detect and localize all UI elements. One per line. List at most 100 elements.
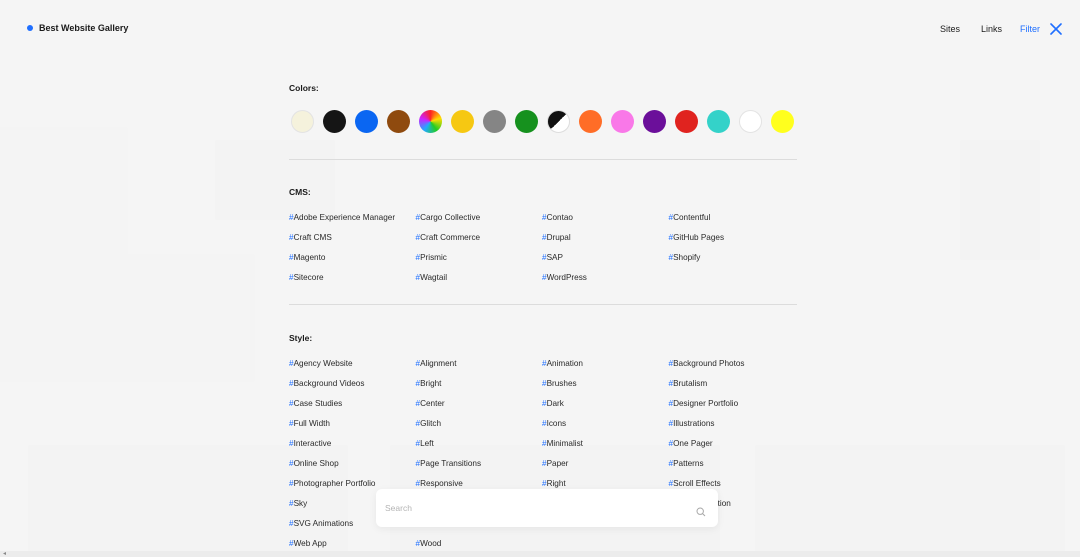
scroll-left-arrow-icon[interactable]: ◂ [3, 551, 6, 557]
brand[interactable]: Best Website Gallery [27, 23, 128, 33]
color-swatch-purple[interactable] [643, 110, 666, 133]
nav-links-link[interactable]: Links [981, 24, 1002, 34]
style-tag[interactable]: #Full Width [289, 417, 416, 437]
tag-label: GitHub Pages [673, 233, 725, 242]
tag-label: Web App [293, 539, 327, 548]
style-tag[interactable]: #Page Transitions [416, 457, 543, 477]
color-swatch-red[interactable] [675, 110, 698, 133]
color-swatch-orange[interactable] [579, 110, 602, 133]
tag-label: Contentful [673, 213, 711, 222]
top-bar: Best Website Gallery Sites Links Filter [0, 0, 1080, 56]
tag-label: Wagtail [420, 273, 448, 282]
tag-label: SAP [546, 253, 563, 262]
style-tag[interactable]: #Illustrations [669, 417, 796, 437]
tag-label: Patterns [673, 459, 704, 468]
cms-tag[interactable]: #Contentful [669, 211, 796, 231]
tag-label: Paper [546, 459, 569, 468]
brand-dot-icon [27, 25, 33, 31]
tag-label: Sky [293, 499, 308, 508]
style-tag[interactable]: #Brutalism [669, 377, 796, 397]
cms-tag[interactable]: #Cargo Collective [416, 211, 543, 231]
tag-label: Photographer Portfolio [293, 479, 376, 488]
style-tag[interactable]: #Case Studies [289, 397, 416, 417]
style-tag[interactable]: #Icons [542, 417, 669, 437]
nav-sites-link[interactable]: Sites [940, 24, 960, 34]
cms-tag[interactable]: #Prismic [416, 251, 543, 271]
style-tag[interactable]: #Brushes [542, 377, 669, 397]
tag-label: Craft CMS [293, 233, 332, 242]
search-bar [376, 489, 718, 527]
horizontal-scrollbar[interactable]: ◂ [0, 551, 1080, 557]
main-nav: Sites Links Filter [919, 23, 1062, 35]
tag-label: Interactive [293, 439, 332, 448]
cms-tag[interactable]: #WordPress [542, 271, 669, 291]
style-tag[interactable]: #Dark [542, 397, 669, 417]
tag-label: Illustrations [673, 419, 715, 428]
cms-tag[interactable]: #Craft Commerce [416, 231, 543, 251]
cms-tag[interactable]: #SAP [542, 251, 669, 271]
color-swatch-black[interactable] [323, 110, 346, 133]
cms-tag[interactable]: #Shopify [669, 251, 796, 271]
cms-tag[interactable]: #Craft CMS [289, 231, 416, 251]
style-tag[interactable]: #Background Videos [289, 377, 416, 397]
color-swatch-blue[interactable] [355, 110, 378, 133]
color-swatch-orange-yellow[interactable] [451, 110, 474, 133]
cms-tag[interactable]: #Wagtail [416, 271, 543, 291]
style-tag[interactable]: #Agency Website [289, 357, 416, 377]
tag-label: Full Width [293, 419, 330, 428]
tag-label: Designer Portfolio [673, 399, 739, 408]
style-tag[interactable]: #Bright [416, 377, 543, 397]
tag-label: Wood [420, 539, 442, 548]
tag-label: WordPress [546, 273, 587, 282]
cms-tag[interactable]: #Drupal [542, 231, 669, 251]
divider [289, 159, 797, 160]
style-tag[interactable]: #Alignment [416, 357, 543, 377]
color-swatch-brown[interactable] [387, 110, 410, 133]
style-tag[interactable]: #Glitch [416, 417, 543, 437]
color-swatch-white[interactable] [739, 110, 762, 133]
cms-tag[interactable]: #Sitecore [289, 271, 416, 291]
tag-label: Alignment [420, 359, 457, 368]
color-swatch-beige[interactable] [291, 110, 314, 133]
style-tag[interactable]: #Animation [542, 357, 669, 377]
tag-label: Adobe Experience Manager [293, 213, 396, 222]
close-icon[interactable] [1050, 23, 1062, 35]
colors-title: Colors: [289, 83, 319, 93]
style-tag[interactable]: #One Pager [669, 437, 796, 457]
style-tag[interactable]: #Designer Portfolio [669, 397, 796, 417]
style-tag[interactable]: #Background Photos [669, 357, 796, 377]
tag-label: Cargo Collective [420, 213, 481, 222]
color-swatch-grey[interactable] [483, 110, 506, 133]
style-tag[interactable]: #Minimalist [542, 437, 669, 457]
tag-label: Minimalist [546, 439, 583, 448]
cms-tag[interactable]: #Adobe Experience Manager [289, 211, 416, 231]
tag-label: Left [420, 439, 434, 448]
search-icon[interactable] [696, 504, 706, 517]
color-swatch-pink[interactable] [611, 110, 634, 133]
color-swatch-green[interactable] [515, 110, 538, 133]
search-input[interactable] [385, 501, 685, 515]
tag-label: Agency Website [293, 359, 353, 368]
tag-label: Prismic [420, 253, 447, 262]
tag-label: Center [420, 399, 445, 408]
tag-label: One Pager [673, 439, 713, 448]
style-tag[interactable]: #Interactive [289, 437, 416, 457]
cms-tag[interactable]: #Contao [542, 211, 669, 231]
nav-filter-link[interactable]: Filter [1020, 24, 1040, 34]
style-tag[interactable]: #Online Shop [289, 457, 416, 477]
color-swatch-multicolor[interactable] [419, 110, 442, 133]
cms-tag[interactable]: #Magento [289, 251, 416, 271]
color-swatch-black-white[interactable] [547, 110, 570, 133]
style-tag[interactable]: #Center [416, 397, 543, 417]
tag-label: Drupal [546, 233, 571, 242]
color-swatch-yellow[interactable] [771, 110, 794, 133]
style-tag[interactable]: #Left [416, 437, 543, 457]
style-tag[interactable]: #Patterns [669, 457, 796, 477]
color-swatch-turquoise[interactable] [707, 110, 730, 133]
brand-name: Best Website Gallery [39, 23, 129, 33]
style-tag[interactable]: #Paper [542, 457, 669, 477]
cms-tag[interactable]: #GitHub Pages [669, 231, 796, 251]
tag-label: Brutalism [673, 379, 708, 388]
color-swatches [291, 110, 794, 133]
tag-label: Scroll Effects [673, 479, 721, 488]
